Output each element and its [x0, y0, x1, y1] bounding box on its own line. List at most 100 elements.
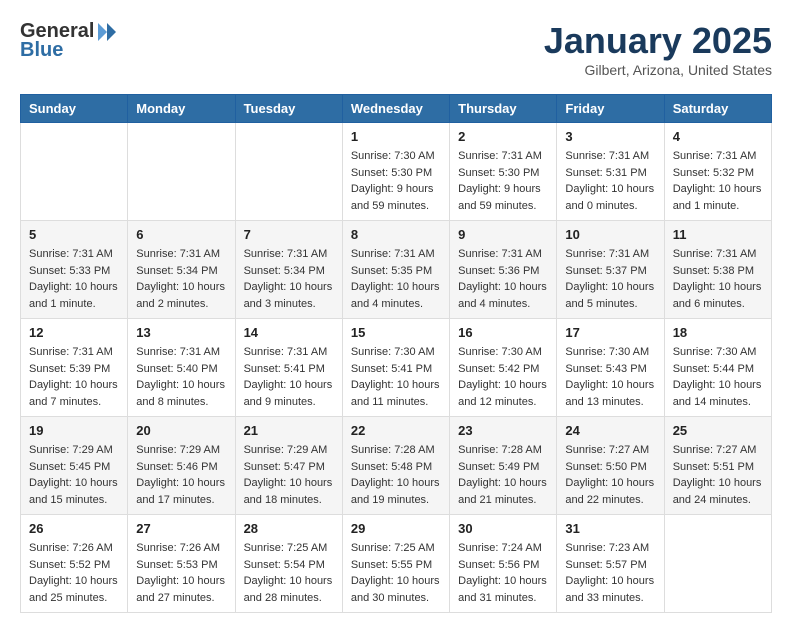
day-info: Sunrise: 7:30 AMSunset: 5:43 PMDaylight:…	[565, 344, 655, 410]
calendar-cell: 9Sunrise: 7:31 AMSunset: 5:36 PMDaylight…	[450, 221, 557, 319]
logo: General Blue	[20, 20, 118, 62]
day-number: 16	[458, 325, 548, 340]
day-info: Sunrise: 7:29 AMSunset: 5:45 PMDaylight:…	[29, 442, 119, 508]
day-number: 14	[244, 325, 334, 340]
day-info: Sunrise: 7:30 AMSunset: 5:41 PMDaylight:…	[351, 344, 441, 410]
day-info: Sunrise: 7:24 AMSunset: 5:56 PMDaylight:…	[458, 540, 548, 606]
day-info: Sunrise: 7:31 AMSunset: 5:35 PMDaylight:…	[351, 246, 441, 312]
day-info: Sunrise: 7:25 AMSunset: 5:55 PMDaylight:…	[351, 540, 441, 606]
day-number: 25	[673, 423, 763, 438]
day-info: Sunrise: 7:23 AMSunset: 5:57 PMDaylight:…	[565, 540, 655, 606]
day-number: 18	[673, 325, 763, 340]
title-block: January 2025 Gilbert, Arizona, United St…	[544, 20, 772, 78]
day-info: Sunrise: 7:30 AMSunset: 5:42 PMDaylight:…	[458, 344, 548, 410]
day-number: 9	[458, 227, 548, 242]
col-sunday: Sunday	[21, 95, 128, 123]
calendar-cell: 4 Sunrise: 7:31 AMSunset: 5:32 PMDaylight…	[664, 123, 771, 221]
day-number: 28	[244, 521, 334, 536]
day-info: Sunrise: 7:30 AMSunset: 5:44 PMDaylight:…	[673, 344, 763, 410]
day-number: 3	[565, 129, 655, 144]
day-info: Sunrise: 7:31 AMSunset: 5:33 PMDaylight:…	[29, 246, 119, 312]
day-info: Sunrise: 7:31 AMSunset: 5:30 PMDaylight:…	[458, 148, 548, 214]
calendar-cell: 26 Sunrise: 7:26 AMSunset: 5:52 PMDayligh…	[21, 515, 128, 613]
day-number: 29	[351, 521, 441, 536]
calendar-cell: 25 Sunrise: 7:27 AMSunset: 5:51 PMDayligh…	[664, 417, 771, 515]
day-info: Sunrise: 7:26 AMSunset: 5:52 PMDaylight:…	[29, 540, 119, 606]
col-friday: Friday	[557, 95, 664, 123]
calendar-cell: 1Sunrise: 7:30 AMSunset: 5:30 PMDaylight…	[342, 123, 449, 221]
day-number: 7	[244, 227, 334, 242]
col-saturday: Saturday	[664, 95, 771, 123]
day-info: Sunrise: 7:26 AMSunset: 5:53 PMDaylight:…	[136, 540, 226, 606]
day-info: Sunrise: 7:28 AMSunset: 5:49 PMDaylight:…	[458, 442, 548, 508]
day-info: Sunrise: 7:27 AMSunset: 5:50 PMDaylight:…	[565, 442, 655, 508]
calendar-cell	[128, 123, 235, 221]
page-header: General Blue January 2025 Gilbert, Arizo…	[20, 20, 772, 78]
day-info: Sunrise: 7:31 AMSunset: 5:41 PMDaylight:…	[244, 344, 334, 410]
day-info: Sunrise: 7:31 AMSunset: 5:32 PMDaylight:…	[673, 148, 763, 214]
calendar-cell: 10 Sunrise: 7:31 AMSunset: 5:37 PMDayligh…	[557, 221, 664, 319]
calendar-week-row: 1Sunrise: 7:30 AMSunset: 5:30 PMDaylight…	[21, 123, 772, 221]
logo-blue-text: Blue	[20, 39, 63, 62]
calendar-title: January 2025	[544, 20, 772, 62]
day-number: 2	[458, 129, 548, 144]
day-number: 8	[351, 227, 441, 242]
calendar-cell	[235, 123, 342, 221]
day-number: 31	[565, 521, 655, 536]
day-number: 11	[673, 227, 763, 242]
col-wednesday: Wednesday	[342, 95, 449, 123]
day-info: Sunrise: 7:31 AMSunset: 5:31 PMDaylight:…	[565, 148, 655, 214]
day-number: 21	[244, 423, 334, 438]
day-number: 5	[29, 227, 119, 242]
day-number: 4	[673, 129, 763, 144]
day-number: 24	[565, 423, 655, 438]
day-number: 27	[136, 521, 226, 536]
day-number: 23	[458, 423, 548, 438]
day-number: 22	[351, 423, 441, 438]
day-info: Sunrise: 7:31 AMSunset: 5:38 PMDaylight:…	[673, 246, 763, 312]
calendar-cell: 5 Sunrise: 7:31 AMSunset: 5:33 PMDaylight…	[21, 221, 128, 319]
col-monday: Monday	[128, 95, 235, 123]
calendar-cell	[21, 123, 128, 221]
calendar-cell: 11 Sunrise: 7:31 AMSunset: 5:38 PMDayligh…	[664, 221, 771, 319]
col-tuesday: Tuesday	[235, 95, 342, 123]
day-number: 6	[136, 227, 226, 242]
day-info: Sunrise: 7:29 AMSunset: 5:46 PMDaylight:…	[136, 442, 226, 508]
day-number: 13	[136, 325, 226, 340]
calendar-cell: 18 Sunrise: 7:30 AMSunset: 5:44 PMDayligh…	[664, 319, 771, 417]
calendar-cell: 23 Sunrise: 7:28 AMSunset: 5:49 PMDayligh…	[450, 417, 557, 515]
day-info: Sunrise: 7:31 AMSunset: 5:34 PMDaylight:…	[244, 246, 334, 312]
day-info: Sunrise: 7:25 AMSunset: 5:54 PMDaylight:…	[244, 540, 334, 606]
calendar-cell: 8 Sunrise: 7:31 AMSunset: 5:35 PMDaylight…	[342, 221, 449, 319]
day-number: 17	[565, 325, 655, 340]
calendar-week-row: 12Sunrise: 7:31 AMSunset: 5:39 PMDayligh…	[21, 319, 772, 417]
day-info: Sunrise: 7:27 AMSunset: 5:51 PMDaylight:…	[673, 442, 763, 508]
calendar-cell: 14 Sunrise: 7:31 AMSunset: 5:41 PMDayligh…	[235, 319, 342, 417]
calendar-cell: 2 Sunrise: 7:31 AMSunset: 5:30 PMDaylight…	[450, 123, 557, 221]
calendar-header-row: Sunday Monday Tuesday Wednesday Thursday…	[21, 95, 772, 123]
day-info: Sunrise: 7:31 AMSunset: 5:34 PMDaylight:…	[136, 246, 226, 312]
calendar-table: Sunday Monday Tuesday Wednesday Thursday…	[20, 94, 772, 613]
day-info: Sunrise: 7:29 AMSunset: 5:47 PMDaylight:…	[244, 442, 334, 508]
day-number: 20	[136, 423, 226, 438]
calendar-cell: 28 Sunrise: 7:25 AMSunset: 5:54 PMDayligh…	[235, 515, 342, 613]
calendar-cell: 22Sunrise: 7:28 AMSunset: 5:48 PMDayligh…	[342, 417, 449, 515]
calendar-cell: 13 Sunrise: 7:31 AMSunset: 5:40 PMDayligh…	[128, 319, 235, 417]
calendar-cell: 15Sunrise: 7:30 AMSunset: 5:41 PMDayligh…	[342, 319, 449, 417]
calendar-cell: 24 Sunrise: 7:27 AMSunset: 5:50 PMDayligh…	[557, 417, 664, 515]
calendar-week-row: 5 Sunrise: 7:31 AMSunset: 5:33 PMDaylight…	[21, 221, 772, 319]
calendar-week-row: 26 Sunrise: 7:26 AMSunset: 5:52 PMDayligh…	[21, 515, 772, 613]
calendar-cell: 20 Sunrise: 7:29 AMSunset: 5:46 PMDayligh…	[128, 417, 235, 515]
day-info: Sunrise: 7:31 AMSunset: 5:37 PMDaylight:…	[565, 246, 655, 312]
day-number: 1	[351, 129, 441, 144]
calendar-cell: 17 Sunrise: 7:30 AMSunset: 5:43 PMDayligh…	[557, 319, 664, 417]
calendar-cell: 21 Sunrise: 7:29 AMSunset: 5:47 PMDayligh…	[235, 417, 342, 515]
calendar-cell: 6 Sunrise: 7:31 AMSunset: 5:34 PMDaylight…	[128, 221, 235, 319]
calendar-cell	[664, 515, 771, 613]
day-number: 26	[29, 521, 119, 536]
day-info: Sunrise: 7:31 AMSunset: 5:40 PMDaylight:…	[136, 344, 226, 410]
day-number: 10	[565, 227, 655, 242]
calendar-cell: 12Sunrise: 7:31 AMSunset: 5:39 PMDayligh…	[21, 319, 128, 417]
calendar-cell: 16 Sunrise: 7:30 AMSunset: 5:42 PMDayligh…	[450, 319, 557, 417]
calendar-cell: 19Sunrise: 7:29 AMSunset: 5:45 PMDayligh…	[21, 417, 128, 515]
